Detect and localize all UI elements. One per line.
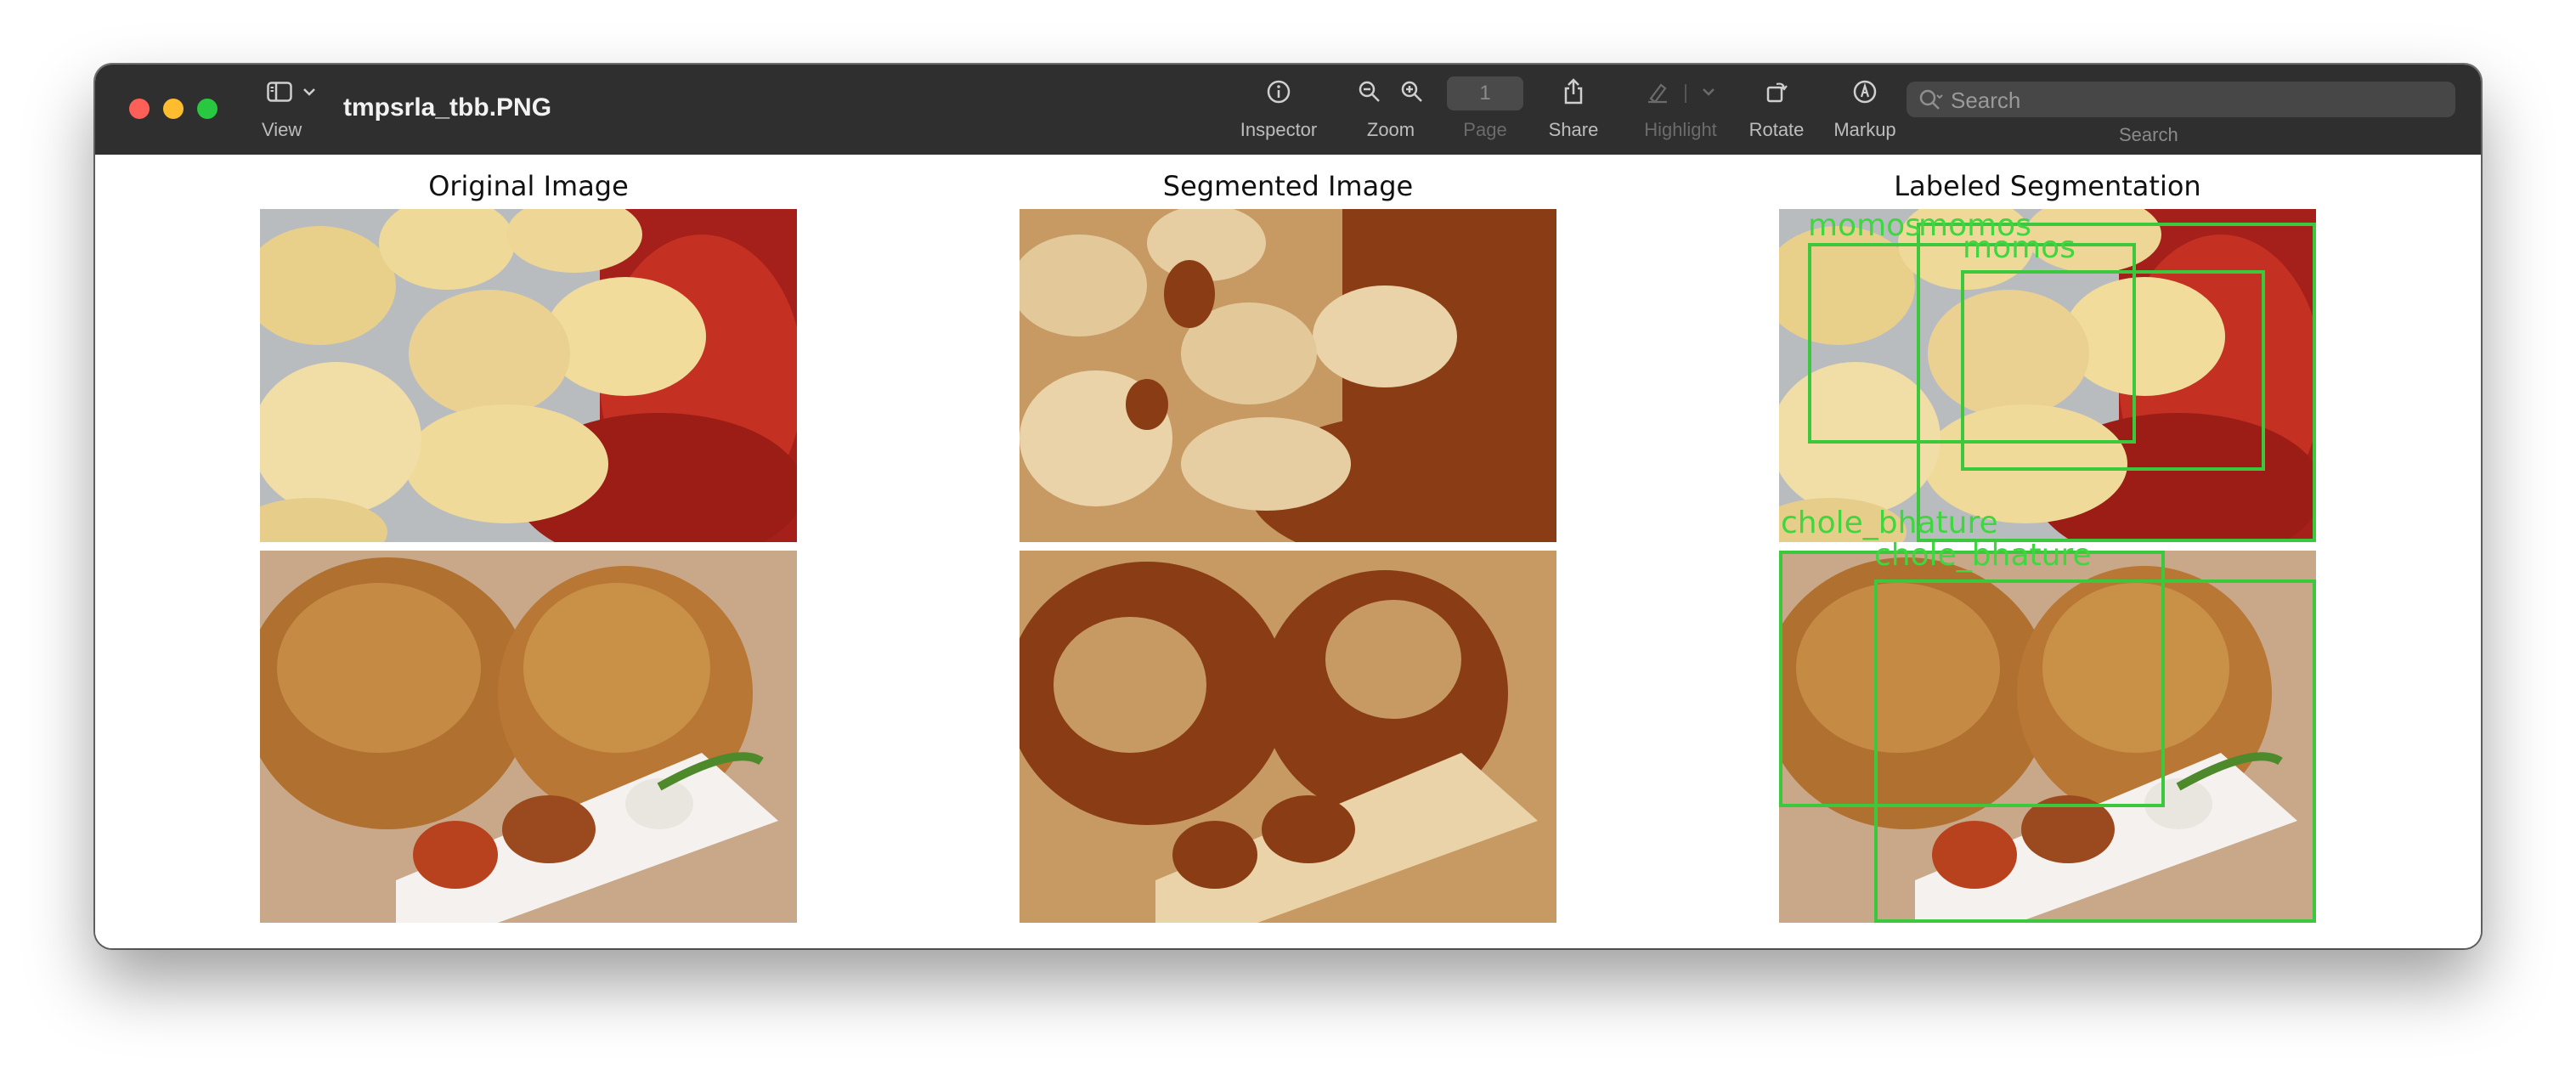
document-title: tmpsrla_tbb.PNG bbox=[343, 93, 552, 122]
share-icon bbox=[1562, 77, 1585, 110]
search-label: Search bbox=[2119, 124, 2178, 145]
rotate-label: Rotate bbox=[1748, 119, 1805, 140]
highlight-button[interactable]: Highlight bbox=[1630, 75, 1731, 141]
panel-title-segmented: Segmented Image bbox=[1162, 170, 1414, 202]
panel-title-labeled: Labeled Segmentation bbox=[1894, 170, 2201, 202]
view-label: View bbox=[262, 119, 302, 140]
original-image bbox=[260, 209, 797, 923]
search-placeholder: Search bbox=[1951, 88, 2021, 113]
view-button[interactable]: View bbox=[262, 75, 321, 141]
maximize-window-button[interactable] bbox=[197, 99, 217, 119]
rotate-icon bbox=[1765, 79, 1788, 109]
page-label: Page bbox=[1463, 119, 1507, 140]
inspector-label: Inspector bbox=[1240, 119, 1318, 140]
detection-label: chole_bhature bbox=[1874, 538, 2092, 573]
sidebar-icon bbox=[267, 81, 292, 106]
markup-label: Markup bbox=[1833, 119, 1896, 140]
search-input[interactable]: Search bbox=[1907, 82, 2455, 117]
zoom-out-icon[interactable] bbox=[1358, 80, 1381, 108]
panel-title-original: Original Image bbox=[428, 170, 629, 202]
highlighter-icon bbox=[1646, 80, 1669, 108]
detection-label: momos bbox=[1808, 209, 1921, 243]
highlight-label: Highlight bbox=[1644, 119, 1717, 140]
preview-window: View tmpsrla_tbb.PNG Inspector Zoom 1 Pa… bbox=[95, 65, 2481, 948]
info-icon bbox=[1266, 79, 1291, 109]
labeled-image: momos momos momos chole_bhature chole_bh… bbox=[1779, 209, 2316, 923]
close-window-button[interactable] bbox=[129, 99, 150, 119]
page-number-field[interactable]: 1 bbox=[1447, 76, 1523, 110]
detection-box bbox=[1961, 270, 2265, 471]
markup-button[interactable]: Markup bbox=[1827, 75, 1903, 141]
page-control[interactable]: 1 Page bbox=[1443, 75, 1528, 141]
divider bbox=[1685, 84, 1686, 103]
markup-pen-icon bbox=[1852, 79, 1878, 109]
share-label: Share bbox=[1548, 119, 1599, 140]
segmented-image bbox=[1020, 209, 1556, 923]
magnifier-icon bbox=[1918, 88, 1944, 116]
inspector-button[interactable]: Inspector bbox=[1232, 75, 1325, 141]
zoom-control[interactable]: Zoom bbox=[1344, 75, 1438, 141]
chevron-down-icon bbox=[302, 86, 316, 101]
detection-label: chole_bhature bbox=[1781, 506, 1998, 540]
detection-label: momos bbox=[1963, 230, 2076, 265]
share-button[interactable]: Share bbox=[1539, 75, 1607, 141]
rotate-button[interactable]: Rotate bbox=[1738, 75, 1815, 141]
detection-box bbox=[1874, 579, 2316, 923]
document-canvas: Original Image Segmented Image Labeled S… bbox=[95, 155, 2481, 948]
titlebar: View tmpsrla_tbb.PNG Inspector Zoom 1 Pa… bbox=[95, 65, 2481, 156]
zoom-in-icon[interactable] bbox=[1400, 80, 1424, 108]
zoom-label: Zoom bbox=[1366, 119, 1415, 140]
minimize-window-button[interactable] bbox=[163, 99, 184, 119]
chevron-down-icon bbox=[1702, 86, 1715, 101]
